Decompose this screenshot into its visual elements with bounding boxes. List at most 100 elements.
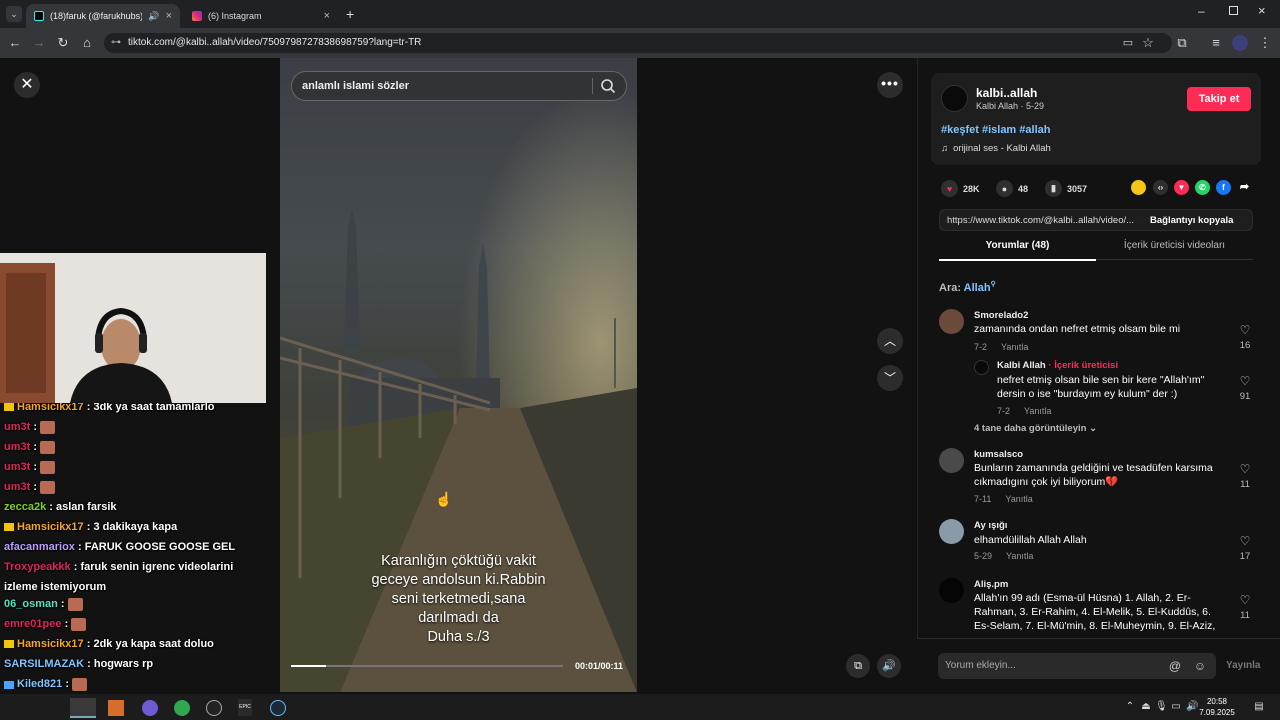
steam-icon[interactable] <box>270 700 286 716</box>
address-bar[interactable]: ⊶ tiktok.com/@kalbi..allah/video/7509798… <box>104 33 1172 53</box>
back-icon[interactable]: ← <box>6 34 24 52</box>
comment-like-icon[interactable]: ♡ <box>1234 534 1256 548</box>
home-icon[interactable]: ⌂ <box>78 34 96 52</box>
comment-like-icon[interactable]: ♡ <box>1234 593 1256 607</box>
reply-text: nefret etmiş olsan bile sen bir kere "Al… <box>997 373 1227 401</box>
network-icon[interactable]: ▭ <box>1170 701 1182 713</box>
comment-like-icon[interactable]: ♡ <box>1234 462 1256 476</box>
reload-icon[interactable]: ↻ <box>54 34 72 52</box>
forward-icon[interactable]: → <box>30 34 48 52</box>
more-options-button[interactable]: ••• <box>877 72 903 98</box>
comment-meta: 5-29 Yanıtla <box>974 551 1047 561</box>
epic-games-icon[interactable]: EPIC <box>238 699 252 716</box>
browser-tab-tiktok[interactable]: (18)faruk (@farukhubs) | TikTok 🔊 × <box>26 4 180 28</box>
crown-badge-icon <box>4 640 14 649</box>
restore-icon[interactable] <box>1229 6 1238 15</box>
reply-link[interactable]: Yanıtla <box>1005 494 1032 504</box>
tab-title: (18)faruk (@farukhubs) | TikTok <box>50 11 143 21</box>
comment-like-icon[interactable]: ♡ <box>1234 323 1256 337</box>
embed-icon[interactable]: ‹› <box>1153 180 1168 195</box>
reply-link[interactable]: Yanıtla <box>1006 551 1033 561</box>
comment-like-count: 11 <box>1240 610 1250 621</box>
taskbar-app-icon[interactable] <box>142 700 158 716</box>
comment-username[interactable]: Smorelado2 <box>974 310 1028 321</box>
share-arrow-icon[interactable]: ➦ <box>1237 180 1252 195</box>
facebook-icon[interactable]: f <box>1216 180 1231 195</box>
comment-stat[interactable]: ● 48 <box>996 180 1028 197</box>
share-link-text[interactable]: https://www.tiktok.com/@kalbi..allah/vid… <box>947 215 1143 226</box>
follow-button[interactable]: Takip et <box>1187 87 1251 111</box>
save-stat[interactable]: ▮ 3057 <box>1045 180 1087 197</box>
usb-icon[interactable]: ⏏ <box>1140 701 1152 713</box>
chat-username: zecca2k <box>4 501 47 513</box>
speaker-icon: 🔊 <box>148 10 160 21</box>
close-tab-icon[interactable]: × <box>324 10 330 22</box>
comment-username[interactable]: kumsalsco <box>974 449 1023 460</box>
reply-link[interactable]: Yanıtla <box>1024 406 1051 416</box>
notification-icon[interactable]: ▤ <box>1253 701 1265 713</box>
comment-like-icon[interactable]: ♡ <box>1234 374 1256 388</box>
tab-comments[interactable]: Yorumlar (48) <box>939 240 1096 261</box>
profile-avatar[interactable] <box>1232 35 1248 51</box>
picture-in-picture-button[interactable]: ⧉ <box>846 654 870 678</box>
like-stat[interactable]: ♥ 28K <box>941 180 980 197</box>
reply-link[interactable]: Yanıtla <box>1001 342 1028 352</box>
post-comment-button[interactable]: Yayınla <box>1226 660 1260 671</box>
related-search[interactable]: Ara: Allah⚲ <box>939 280 996 294</box>
comment-avatar[interactable] <box>939 309 964 334</box>
comment-text-line: dersin o ise "burdayım ey kulum" der :) <box>997 388 1178 400</box>
volume-button[interactable]: 🔊 <box>877 654 901 678</box>
chat-text: : faruk senin igrenc videolarini <box>73 561 234 573</box>
chat-username: Kiled821 <box>17 678 63 691</box>
chevron-up-icon[interactable]: ⌃ <box>1124 701 1136 713</box>
comment-avatar[interactable] <box>939 578 964 603</box>
microphone-icon[interactable]: 🎙 <box>1155 701 1168 713</box>
cast-icon[interactable]: ▭ <box>1119 34 1137 52</box>
tab-creator-videos[interactable]: İçerik üreticisi videoları <box>1096 240 1253 260</box>
creator-username[interactable]: kalbi..allah <box>976 86 1037 100</box>
comment-username[interactable]: Ay ışığı <box>974 520 1007 531</box>
comment-meta: 7-2 Yanıtla <box>997 406 1065 416</box>
send-icon[interactable]: ▼ <box>1174 180 1189 195</box>
taskbar-app-icon[interactable] <box>174 700 190 716</box>
reply-username[interactable]: Kalbi Allah · İçerik üreticisi <box>997 360 1118 371</box>
view-more-replies[interactable]: 4 tane daha görüntüleyin ⌄ <box>974 423 1097 434</box>
menu-kebab-icon[interactable]: ⋮ <box>1256 34 1274 52</box>
bookmark-star-icon[interactable]: ☆ <box>1139 34 1157 52</box>
new-tab-button[interactable]: + <box>346 6 354 22</box>
comment-text: zamanında ondan nefret etmiş olsam bile … <box>974 322 1224 336</box>
media-control-icon[interactable]: ≡ <box>1207 34 1225 52</box>
mention-icon[interactable]: @ <box>1168 659 1182 673</box>
comment-avatar[interactable] <box>939 519 964 544</box>
creator-avatar[interactable] <box>941 85 968 112</box>
reply-avatar[interactable] <box>974 360 989 375</box>
sound-link[interactable]: ♫ orijinal ses - Kalbi Allah <box>941 143 1051 154</box>
search-input[interactable]: anlamlı islami sözler <box>291 71 627 101</box>
browser-tab-instagram[interactable]: (6) Instagram × <box>184 4 338 28</box>
next-video-button[interactable]: ﹀ <box>877 365 903 391</box>
extensions-icon[interactable]: ⧉ <box>1173 34 1191 52</box>
taskbar-clock[interactable]: 20:58 7.09.2025 <box>1195 696 1239 718</box>
taskbar-app-icon[interactable] <box>206 700 222 716</box>
previous-video-button[interactable]: ︿ <box>877 328 903 354</box>
site-info-icon[interactable]: ⊶ <box>111 33 121 53</box>
stream-chat-overlay: Hamsicikx17 : 3dk ya saat tamamlarlo um3t… <box>0 403 280 693</box>
related-search-term[interactable]: Allah <box>964 282 991 294</box>
copy-link-button[interactable]: Bağlantıyı kopyala <box>1150 215 1233 226</box>
minimize-icon[interactable]: – <box>1198 4 1205 18</box>
comment-avatar[interactable] <box>939 448 964 473</box>
coin-icon[interactable] <box>1131 180 1146 195</box>
whatsapp-icon[interactable]: ✆ <box>1195 180 1210 195</box>
close-window-icon[interactable]: × <box>1258 3 1266 18</box>
chat-username: Hamsicikx17 <box>17 521 84 533</box>
video-hashtags[interactable]: #keşfet #islam #allah <box>941 124 1050 136</box>
close-video-button[interactable]: ✕ <box>14 72 40 98</box>
emoji-icon[interactable]: ☺ <box>1193 659 1207 673</box>
taskbar-app-icon[interactable] <box>108 700 124 716</box>
comment-username[interactable]: Aliş.pm <box>974 579 1008 590</box>
tab-search-button[interactable]: ⌄ <box>6 6 22 22</box>
taskbar-app-icon[interactable] <box>70 698 96 718</box>
search-icon[interactable] <box>600 78 616 94</box>
close-tab-icon[interactable]: × <box>166 10 172 22</box>
video-progress-bar[interactable] <box>291 665 563 667</box>
